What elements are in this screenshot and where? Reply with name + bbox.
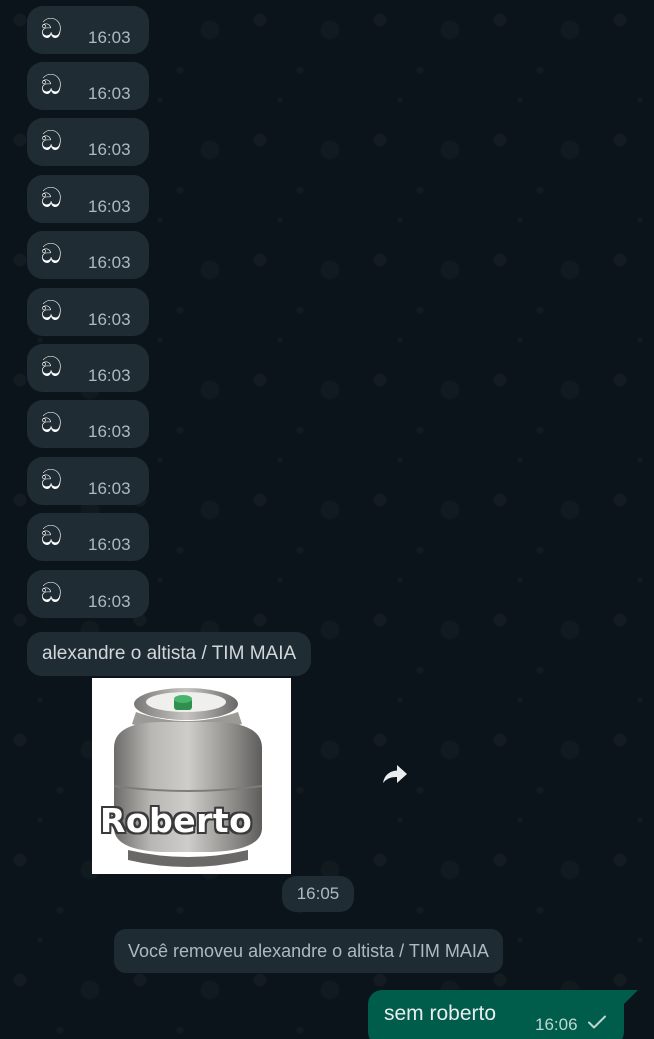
chat-area[interactable]: ඞ 16:03 ඞ 16:03 ඞ 16:03 ඞ 16:03 ඞ 16:03 … bbox=[0, 0, 654, 1039]
amogus-emoji: ඞ bbox=[41, 12, 62, 45]
message-bubble[interactable]: ඞ 16:03 bbox=[27, 175, 149, 223]
message-bubble[interactable]: ඞ 16:03 bbox=[27, 62, 149, 110]
amogus-emoji: ඞ bbox=[41, 181, 62, 214]
amogus-emoji: ඞ bbox=[41, 519, 62, 552]
gas-cylinder-image bbox=[92, 678, 291, 874]
message-time: 16:03 bbox=[88, 422, 131, 441]
message-bubble[interactable]: ඞ 16:03 bbox=[27, 400, 149, 448]
outgoing-message-time: 16:06 bbox=[535, 1015, 578, 1034]
message-time: 16:03 bbox=[88, 84, 131, 103]
message-time: 16:03 bbox=[88, 197, 131, 216]
sticker-caption: Roberto bbox=[100, 801, 253, 840]
message-time: 16:03 bbox=[88, 479, 131, 498]
message-time: 16:03 bbox=[88, 28, 131, 47]
outgoing-message-text: sem roberto bbox=[384, 1002, 497, 1025]
message-time: 16:03 bbox=[88, 140, 131, 159]
amogus-emoji: ඞ bbox=[41, 406, 62, 439]
sender-name[interactable]: alexandre o altista / TIM MAIA bbox=[27, 632, 312, 676]
message-time: 16:03 bbox=[88, 253, 131, 272]
amogus-emoji: ඞ bbox=[41, 350, 62, 383]
amogus-emoji: ඞ bbox=[41, 124, 62, 157]
check-icon bbox=[588, 1015, 606, 1029]
amogus-emoji: ඞ bbox=[41, 237, 62, 270]
amogus-emoji: ඞ bbox=[41, 294, 62, 327]
forward-arrow-icon bbox=[383, 765, 407, 783]
bubble-tail bbox=[624, 990, 638, 1004]
sticker-time: 16:05 bbox=[282, 876, 354, 912]
message-bubble[interactable]: ඞ 16:03 bbox=[27, 513, 149, 561]
message-bubble[interactable]: ඞ 16:03 bbox=[27, 570, 149, 618]
message-time: 16:03 bbox=[88, 310, 131, 329]
message-time: 16:03 bbox=[88, 535, 131, 554]
message-time: 16:03 bbox=[88, 592, 131, 611]
message-bubble[interactable]: ඞ 16:03 bbox=[27, 6, 149, 54]
message-bubble[interactable]: ඞ 16:03 bbox=[27, 457, 149, 505]
message-bubble[interactable]: ඞ 16:03 bbox=[27, 344, 149, 392]
message-bubble[interactable]: ඞ 16:03 bbox=[27, 288, 149, 336]
forward-button[interactable] bbox=[377, 756, 413, 792]
amogus-emoji: ඞ bbox=[41, 68, 62, 101]
outgoing-message-bubble[interactable]: sem roberto 16:06 bbox=[368, 990, 638, 1039]
message-bubble[interactable]: ඞ 16:03 bbox=[27, 118, 149, 166]
message-time: 16:03 bbox=[88, 366, 131, 385]
message-bubble[interactable]: ඞ 16:03 bbox=[27, 231, 149, 279]
amogus-emoji: ඞ bbox=[41, 463, 62, 496]
sticker-image[interactable]: Roberto bbox=[92, 678, 291, 874]
amogus-emoji: ඞ bbox=[41, 576, 62, 609]
system-message: Você removeu alexandre o altista / TIM M… bbox=[114, 929, 503, 973]
